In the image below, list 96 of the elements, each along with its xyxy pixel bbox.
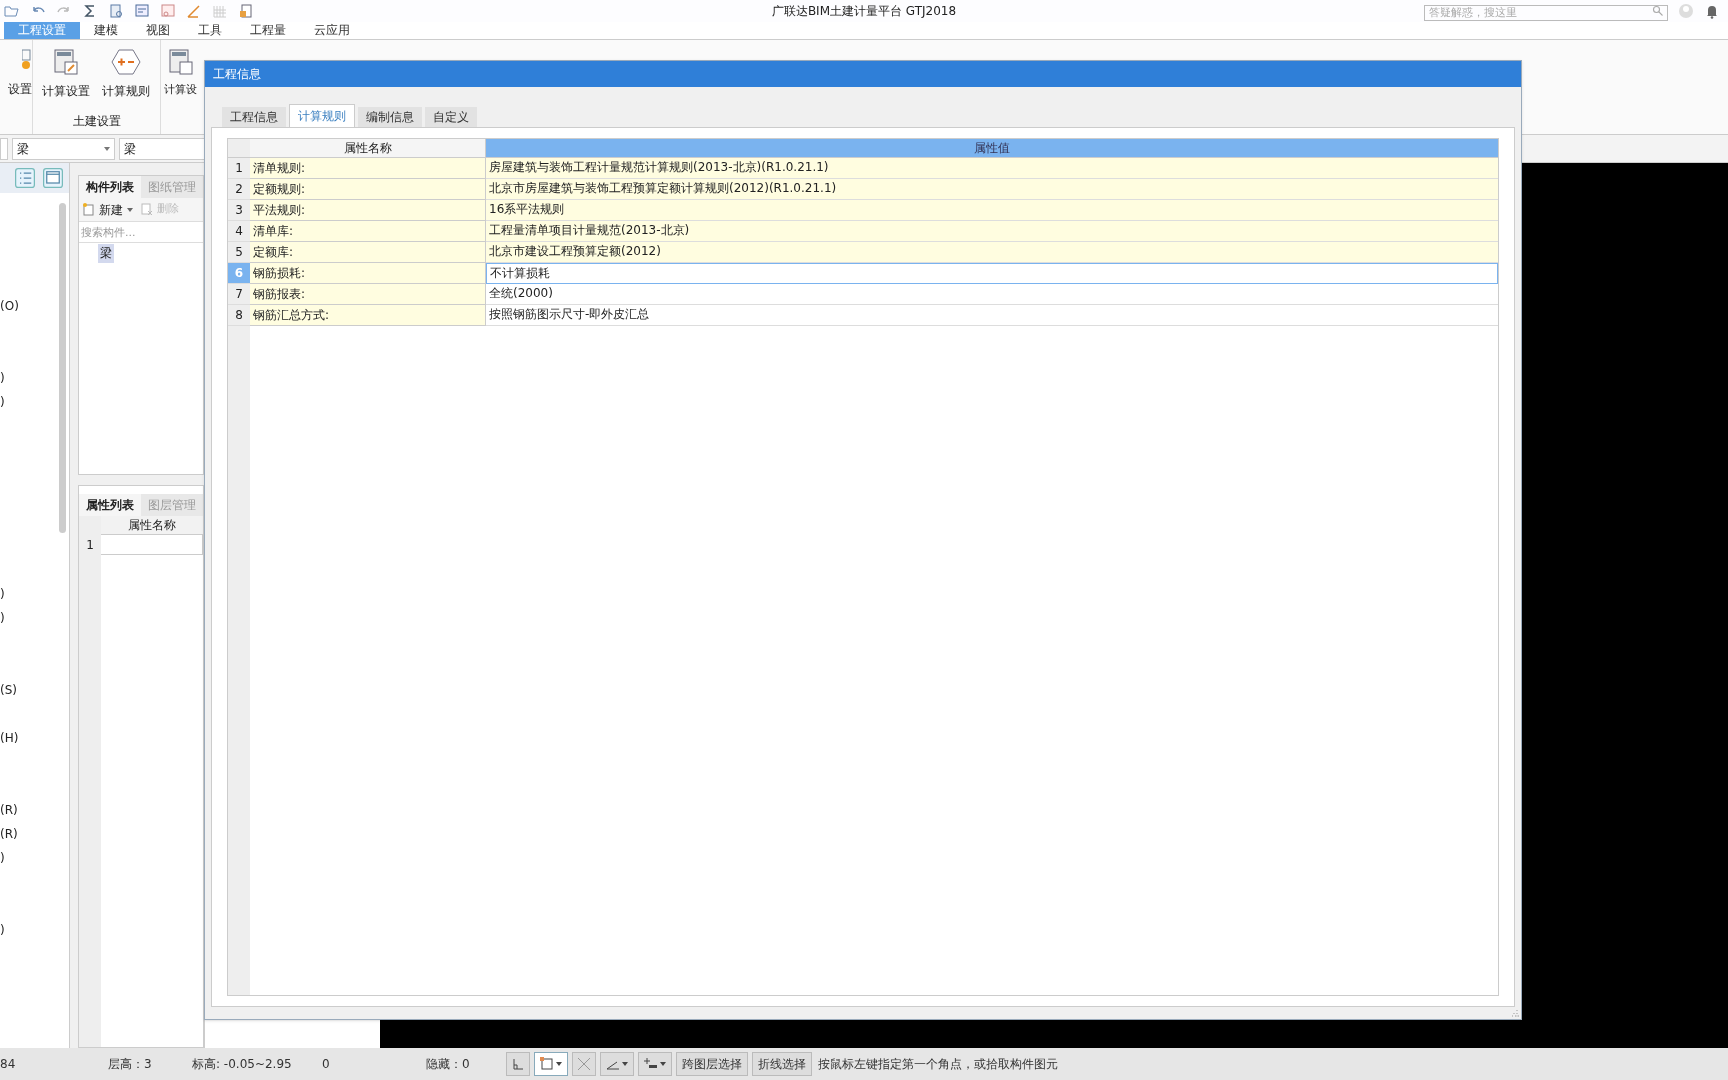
table-cell: 清单库:: [250, 221, 486, 242]
search-icon[interactable]: [1652, 5, 1664, 17]
ortho-button[interactable]: [506, 1052, 530, 1076]
table-cell[interactable]: 房屋建筑与装饰工程计量规范计算规则(2013-北京)(R1.0.21.1): [486, 158, 1498, 179]
cross-button[interactable]: [572, 1052, 596, 1076]
dialog-title: 工程信息: [213, 66, 261, 83]
scrollbar[interactable]: [59, 203, 66, 533]
file-add-icon[interactable]: [238, 3, 254, 19]
dialog-tab[interactable]: 计算规则: [289, 104, 355, 127]
tree-item[interactable]: ): [0, 369, 5, 387]
tree-item[interactable]: ): [0, 393, 5, 411]
table-cell[interactable]: 全统(2000): [486, 284, 1498, 305]
table-cell[interactable]: 北京市房屋建筑与装饰工程预算定额计算规则(2012)(R1.0.21.1): [486, 179, 1498, 200]
status-button[interactable]: 跨图层选择: [676, 1052, 748, 1076]
list-icon[interactable]: [14, 168, 36, 188]
new-button[interactable]: 新建: [83, 200, 133, 219]
group-label: 土建设置: [72, 113, 121, 130]
dialog-tab[interactable]: 自定义: [425, 107, 477, 127]
column-header: 属性名称: [101, 516, 203, 535]
caret-icon: [556, 1062, 562, 1066]
status-message: 按鼠标左键指定第一个角点，或拾取构件图元: [818, 1056, 1058, 1073]
tree-item[interactable]: (O): [0, 297, 19, 315]
window-title: 广联达BIM土建计量平台 GTJ2018: [771, 4, 957, 18]
search-field[interactable]: 答疑解惑，搜这里: [1424, 5, 1668, 22]
tree-item[interactable]: (S): [0, 681, 17, 699]
menu-tab[interactable]: 建模: [80, 21, 132, 39]
folder-icon[interactable]: [4, 3, 20, 19]
menu-tab[interactable]: 工具: [184, 21, 236, 39]
table-cell: 平法规则:: [250, 200, 486, 221]
table-cell: 钢筋报表:: [250, 284, 486, 305]
table-cell: 钢筋损耗:: [250, 263, 486, 284]
report-icon[interactable]: [134, 3, 150, 19]
table-cell[interactable]: [101, 535, 203, 555]
table-cell: 定额库:: [250, 242, 486, 263]
table-cell: 定额规则:: [250, 179, 486, 200]
corner-icon: [512, 1058, 524, 1070]
cross-icon: [577, 1057, 591, 1071]
calculator-icon: [166, 48, 195, 76]
tree-item[interactable]: (R): [0, 801, 18, 819]
status-text: 0: [322, 1056, 331, 1073]
ribbon-button[interactable]: 计算设置: [39, 48, 93, 100]
square-icon: [540, 1057, 554, 1071]
plus-bar-icon: [644, 1057, 658, 1071]
table-cell: 清单规则:: [250, 158, 486, 179]
status-text: 标高: -0.05~2.95: [192, 1056, 293, 1073]
row-number: 1: [85, 537, 95, 554]
panel-tab[interactable]: 构件列表: [79, 176, 141, 198]
tree-item[interactable]: (H): [0, 729, 19, 747]
status-button[interactable]: 折线选择: [752, 1052, 812, 1076]
angle-button[interactable]: [600, 1052, 634, 1076]
window-icon[interactable]: [42, 168, 64, 188]
offset-button[interactable]: [638, 1052, 672, 1076]
status-text: 隐藏：0: [426, 1056, 471, 1073]
report-icon[interactable]: [160, 3, 176, 19]
menu-tab[interactable]: 工程量: [236, 21, 300, 39]
calculator-icon: [52, 48, 80, 76]
caret-icon: [127, 207, 133, 212]
panel-tab[interactable]: 属性列表: [79, 494, 141, 516]
status-text: 84: [0, 1056, 17, 1073]
settings-button[interactable]: 设置: [8, 48, 32, 98]
table-cell[interactable]: 16系平法规则: [486, 200, 1498, 221]
table-cell: 钢筋汇总方式:: [250, 305, 486, 326]
status-text: 层高：3: [108, 1056, 153, 1073]
table-cell[interactable]: 按照钢筋图示尺寸-即外皮汇总: [486, 305, 1498, 326]
menu-tab[interactable]: 视图: [132, 21, 184, 39]
caret-icon: [622, 1062, 628, 1066]
tree-item[interactable]: ): [0, 609, 5, 627]
tree-item[interactable]: ): [0, 849, 5, 867]
ribbon-button[interactable]: 计算规则: [99, 48, 153, 100]
table-cell[interactable]: 不计算损耗: [486, 263, 1498, 284]
dialog-tab[interactable]: 工程信息: [222, 107, 286, 127]
avatar-icon[interactable]: [1678, 3, 1694, 19]
dropdown[interactable]: 梁: [12, 137, 115, 160]
table-cell[interactable]: 工程量清单项目计量规范(2013-北京): [486, 221, 1498, 242]
select-button[interactable]: [534, 1052, 568, 1076]
list-item[interactable]: 梁: [98, 244, 114, 263]
caret-icon: [660, 1062, 666, 1066]
resize-grip-icon[interactable]: [1511, 1009, 1519, 1017]
column-header: 属性值: [486, 139, 1498, 157]
search-field[interactable]: 搜索构件...: [79, 222, 203, 243]
tree-item[interactable]: ): [0, 921, 5, 939]
column-header: 属性名称: [250, 139, 486, 157]
new-file-icon: [83, 203, 95, 216]
delete-file-icon: [141, 203, 153, 216]
plus-minus-icon: [111, 48, 141, 76]
table-cell[interactable]: 北京市建设工程预算定额(2012): [486, 242, 1498, 263]
dialog-tab[interactable]: 编制信息: [358, 107, 422, 127]
ribbon-button[interactable]: 计算设: [164, 40, 197, 99]
menu-tab[interactable]: 云应用: [300, 21, 364, 39]
grid-icon[interactable]: [212, 3, 228, 19]
row-number: 6: [228, 263, 250, 284]
dropdown[interactable]: [0, 137, 8, 160]
caret-icon: [104, 146, 110, 151]
tree-item[interactable]: (R): [0, 825, 18, 843]
tree-item[interactable]: ): [0, 585, 5, 603]
document-icon[interactable]: [108, 3, 124, 19]
